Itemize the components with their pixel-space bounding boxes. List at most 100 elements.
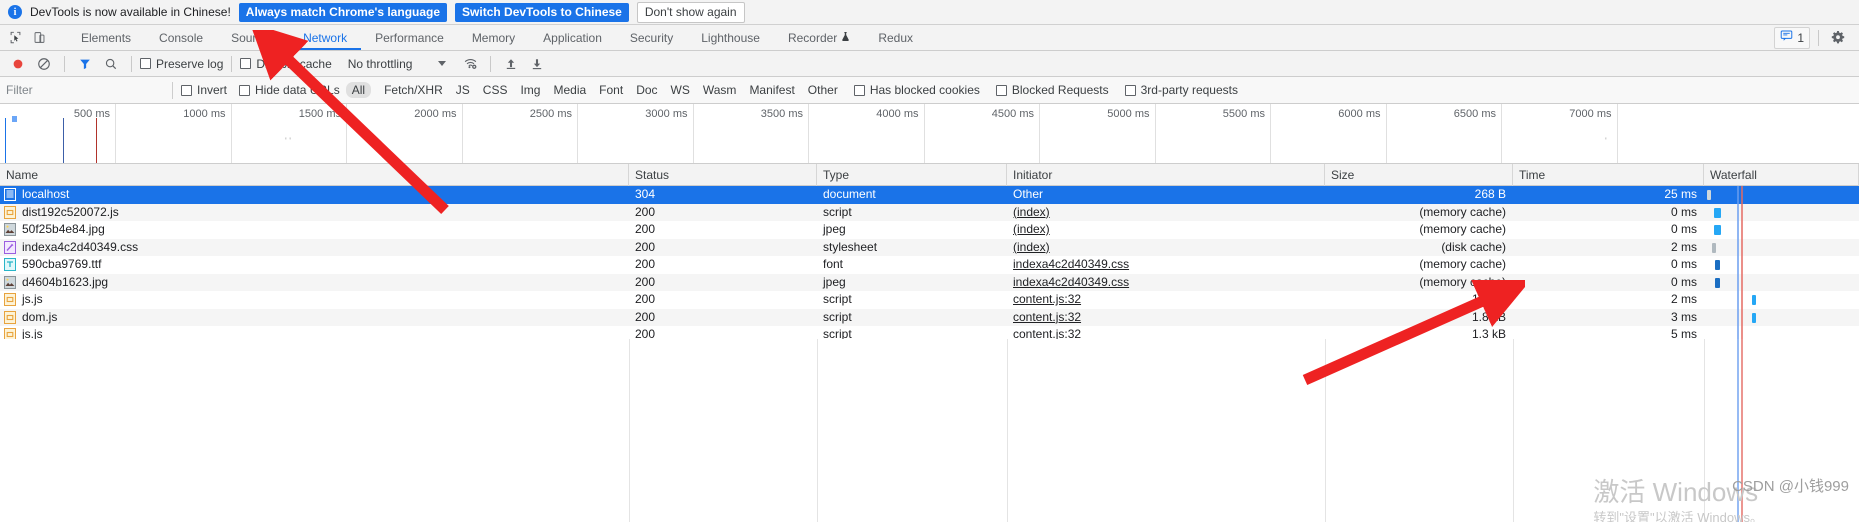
cell-size: 1.3 kB (1471, 292, 1506, 306)
cell-initiator[interactable]: (index) (1007, 221, 1325, 239)
tab-sources[interactable]: Sources (217, 25, 289, 50)
waterfall-load-event-line (1741, 291, 1743, 309)
cell-size: (memory cache) (1419, 204, 1506, 219)
toolbar-separator (231, 55, 233, 72)
filter-type-fetch-xhr[interactable]: Fetch/XHR (384, 83, 443, 97)
filter-type-ws[interactable]: WS (671, 83, 690, 97)
timeline-tick (230, 104, 232, 163)
devtools-tabbar: Elements Console Sources Network Perform… (0, 25, 1859, 51)
inspect-cursor-icon[interactable] (4, 28, 26, 48)
table-row[interactable]: 50f25b4e84.jpg 200 jpeg (index) (memory cach… (0, 221, 1859, 239)
timeline-tick (692, 104, 694, 163)
has-blocked-cookies-checkbox[interactable]: Has blocked cookies (853, 83, 980, 97)
network-conditions-wifi-icon[interactable] (458, 53, 482, 75)
cell-waterfall (1704, 221, 1859, 239)
tab-network[interactable]: Network (289, 25, 362, 50)
filter-type-font[interactable]: Font (599, 83, 623, 97)
switch-devtools-language-button[interactable]: Switch DevTools to Chinese (455, 2, 629, 22)
script-file-icon (4, 205, 16, 219)
tab-application[interactable]: Application (529, 25, 616, 50)
tab-lighthouse[interactable]: Lighthouse (687, 25, 774, 50)
table-row[interactable]: 590cba9769.ttf 200 font indexa4c2d40349.css… (0, 256, 1859, 274)
filter-type-doc[interactable]: Doc (636, 83, 657, 97)
font-file-icon (4, 258, 16, 272)
cell-initiator[interactable]: indexa4c2d40349.css (1007, 274, 1325, 292)
tab-console[interactable]: Console (145, 25, 217, 50)
funnel-filter-icon[interactable] (73, 53, 97, 75)
column-header-type[interactable]: Type (817, 163, 1007, 186)
preserve-log-checkbox[interactable]: Preserve log (140, 57, 223, 71)
cell-time: 3 ms (1670, 309, 1697, 324)
filter-type-other[interactable]: Other (808, 83, 838, 97)
blocked-requests-checkbox[interactable]: Blocked Requests (995, 83, 1109, 97)
filter-type-wasm[interactable]: Wasm (703, 83, 737, 97)
column-header-size[interactable]: Size (1325, 163, 1513, 186)
table-row[interactable]: indexa4c2d40349.css 200 stylesheet (index) (… (0, 238, 1859, 257)
initiator-link[interactable]: (index) (1013, 222, 1050, 236)
filter-type-js[interactable]: JS (456, 83, 470, 97)
translation-infobar: i DevTools is now available in Chinese! … (0, 0, 1859, 25)
initiator-link[interactable]: (index) (1013, 205, 1050, 219)
column-header-waterfall[interactable]: Waterfall (1704, 163, 1859, 186)
filter-type-img[interactable]: Img (520, 83, 540, 97)
tab-security[interactable]: Security (616, 25, 687, 50)
cell-initiator[interactable]: (index) (1007, 204, 1325, 222)
column-header-time[interactable]: Time (1513, 163, 1704, 186)
invert-checkbox[interactable]: Invert (181, 83, 227, 97)
table-row[interactable]: dom.js 200 script content.js:32 1.8 kB 3 ms (0, 308, 1859, 327)
record-stop-icon[interactable] (6, 53, 30, 75)
cell-initiator[interactable]: (index) (1007, 239, 1325, 257)
checkbox-box (853, 84, 865, 96)
network-overview-timeline[interactable]: ' ' ' 500 ms 1000 ms 1500 ms 2000 ms 2500 ms… (0, 104, 1859, 164)
initiator-link[interactable]: indexa4c2d40349.css (1013, 275, 1129, 289)
column-header-initiator[interactable]: Initiator (1007, 163, 1325, 186)
timeline-tick-label: 6500 ms (1453, 108, 1496, 120)
initiator-link[interactable]: content.js:32 (1013, 310, 1081, 324)
cell-name: dom.js (0, 309, 629, 327)
tab-performance[interactable]: Performance (361, 25, 458, 50)
initiator-link[interactable]: content.js:32 (1013, 292, 1081, 306)
third-party-requests-checkbox[interactable]: 3rd-party requests (1124, 83, 1238, 97)
hide-data-urls-checkbox[interactable]: Hide data URLs (239, 83, 340, 97)
column-header-status[interactable]: Status (629, 163, 817, 186)
issues-badge[interactable]: 1 (1774, 26, 1810, 49)
gear-icon[interactable] (1827, 28, 1849, 48)
table-row[interactable]: js.js 200 script content.js:32 1.3 kB 2 ms (0, 291, 1859, 309)
import-har-up-arrow-icon[interactable] (499, 53, 523, 75)
extra-filter-checkboxes: Has blocked cookies Blocked Requests 3rd… (853, 83, 1238, 97)
filter-type-all[interactable]: All (345, 82, 372, 98)
cell-initiator[interactable]: content.js:32 (1007, 309, 1325, 327)
tab-recorder[interactable]: Recorder (774, 25, 864, 50)
device-toolbar-icon[interactable] (28, 28, 50, 48)
issues-count: 1 (1797, 30, 1804, 45)
tab-elements[interactable]: Elements (67, 25, 145, 50)
always-match-language-button[interactable]: Always match Chrome's language (238, 2, 448, 22)
initiator-link[interactable]: indexa4c2d40349.css (1013, 257, 1129, 271)
filter-input[interactable] (4, 81, 164, 99)
filter-type-manifest[interactable]: Manifest (749, 83, 794, 97)
timeline-tick (461, 104, 463, 163)
clear-no-entry-icon[interactable] (32, 53, 56, 75)
search-magnifier-icon[interactable] (99, 53, 123, 75)
column-header-name[interactable]: Name (0, 163, 629, 186)
throttling-dropdown[interactable]: No throttling (348, 57, 447, 71)
disable-cache-checkbox[interactable]: Disable cache (240, 57, 332, 71)
cell-size: (memory cache) (1419, 274, 1506, 289)
initiator-link[interactable]: (index) (1013, 240, 1050, 254)
filter-type-css[interactable]: CSS (483, 83, 508, 97)
filter-type-media[interactable]: Media (553, 83, 586, 97)
table-row[interactable]: d4604b1623.jpg 200 jpeg indexa4c2d40349.css… (0, 273, 1859, 292)
cell-waterfall (1704, 203, 1859, 221)
tab-redux[interactable]: Redux (864, 25, 927, 50)
export-har-down-arrow-icon[interactable] (525, 53, 549, 75)
table-row[interactable]: dist192c520072.js 200 script (index) (memory… (0, 203, 1859, 222)
cell-initiator[interactable]: indexa4c2d40349.css (1007, 256, 1325, 274)
dont-show-again-button[interactable]: Don't show again (636, 1, 745, 23)
overview-start-flag (12, 116, 17, 122)
tab-memory[interactable]: Memory (458, 25, 529, 50)
cell-status: 200 (635, 204, 656, 219)
cell-initiator[interactable]: content.js:32 (1007, 291, 1325, 309)
tab-label: Lighthouse (701, 30, 760, 45)
filterbar-separator (172, 81, 173, 99)
table-row[interactable]: localhost 304 document Other 268 B 25 ms (0, 186, 1859, 204)
